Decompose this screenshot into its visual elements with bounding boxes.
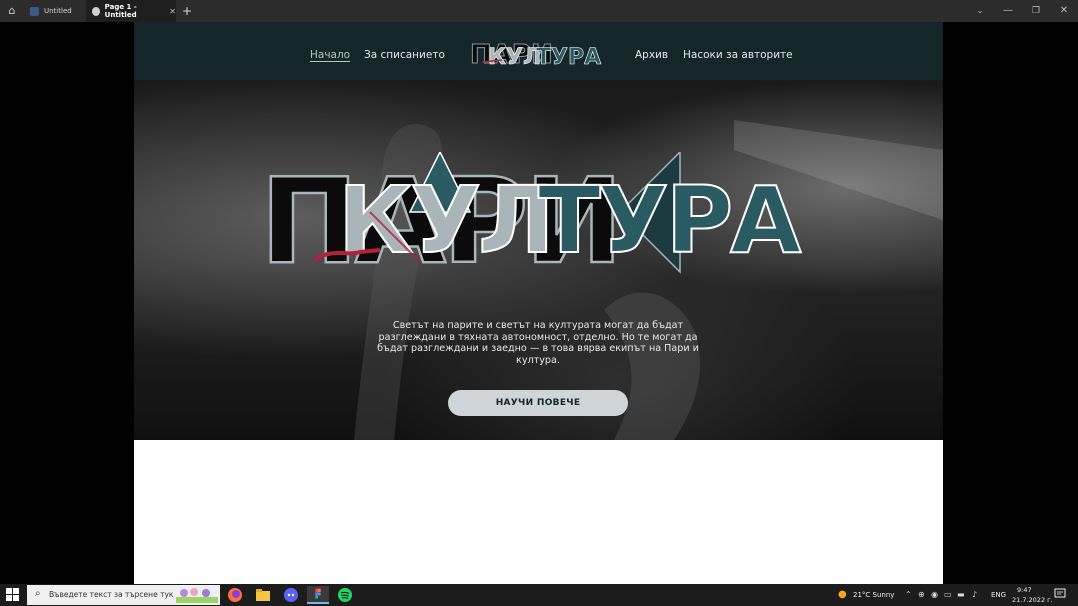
weather-text[interactable]: 21°C Sunny	[853, 591, 894, 599]
svg-text:ТУРА: ТУРА	[538, 167, 801, 274]
security-icon[interactable]: ◉	[931, 590, 938, 599]
tab-label: Untitled	[44, 7, 72, 15]
weather-icon: ●	[838, 589, 847, 600]
hero-logo: ПАРИ КУЛ ТУРА	[260, 152, 805, 282]
nav-authors-link[interactable]: Насоки за авторите	[683, 49, 793, 61]
nav-about-link[interactable]: За списанието	[364, 49, 445, 61]
search-highlight-image	[176, 588, 218, 603]
taskbar-search-box[interactable]: ⌕ Въведете текст за търсене тук	[27, 585, 220, 605]
search-icon: ⌕	[35, 588, 41, 599]
close-button[interactable]: ✕	[1050, 0, 1078, 22]
tab-label: Page 1 - Untitled	[104, 3, 137, 19]
discord-icon[interactable]	[280, 586, 302, 604]
site-header: Начало За списанието ПАРИ КУЛ ТУРА Архив…	[134, 22, 943, 80]
learn-more-button[interactable]: НАУЧИ ПОВЕЧЕ	[448, 390, 628, 416]
chevron-up-icon[interactable]: ⌃	[905, 590, 912, 599]
restore-button[interactable]: ❐	[1022, 0, 1050, 22]
close-tab-icon[interactable]: ✕	[169, 7, 176, 16]
language-indicator[interactable]: ENG	[991, 591, 1006, 599]
clock-date[interactable]: 21.7.2022 г.	[1012, 596, 1053, 604]
file-icon	[30, 6, 39, 16]
chevron-down-icon[interactable]: ⌄	[966, 0, 994, 22]
website-frame: Начало За списанието ПАРИ КУЛ ТУРА Архив…	[134, 22, 943, 584]
svg-text:КУЛ: КУЛ	[338, 167, 552, 274]
new-tab-button[interactable]: +	[180, 3, 194, 19]
figma-icon[interactable]	[307, 586, 329, 604]
notification-icon[interactable]	[1054, 588, 1066, 600]
display-icon[interactable]: ▭	[944, 590, 952, 599]
tab-page-1[interactable]: Page 1 - Untitled ✕	[86, 0, 176, 22]
prototype-canvas: Начало За списанието ПАРИ КУЛ ТУРА Архив…	[0, 22, 1078, 584]
file-explorer-icon[interactable]	[252, 586, 274, 604]
hero-section: ПАРИ КУЛ ТУРА Светът на парите и светът …	[134, 80, 943, 440]
hero-description: Светът на парите и светът на културата м…	[377, 320, 699, 366]
battery-icon[interactable]: ▬	[957, 590, 965, 599]
network-icon[interactable]: ⊕	[918, 590, 925, 599]
minimize-button[interactable]: —	[994, 0, 1022, 22]
nav-home-link[interactable]: Начало	[310, 49, 350, 61]
play-icon	[92, 6, 100, 16]
volume-icon[interactable]: ♪	[972, 590, 977, 599]
os-taskbar: ⌕ Въведете текст за търсене тук ● 21°C S…	[0, 584, 1078, 606]
windows-start-icon[interactable]	[6, 588, 20, 602]
app-titlebar: ⌂ Untitled Page 1 - Untitled ✕ + ⌄ — ❐ ✕	[0, 0, 1078, 22]
nav-archive-link[interactable]: Архив	[635, 49, 668, 61]
svg-text:ТУРА: ТУРА	[536, 45, 601, 70]
home-icon[interactable]: ⌂	[4, 3, 20, 19]
clock-time[interactable]: 9:47	[1017, 586, 1032, 594]
search-placeholder: Въведете текст за търсене тук	[49, 590, 174, 599]
site-logo[interactable]: ПАРИ КУЛ ТУРА	[468, 36, 610, 72]
tab-untitled[interactable]: Untitled	[24, 0, 86, 22]
firefox-icon[interactable]	[224, 586, 246, 604]
spotify-icon[interactable]	[334, 586, 356, 604]
svg-text:КУЛ: КУЛ	[488, 45, 541, 70]
